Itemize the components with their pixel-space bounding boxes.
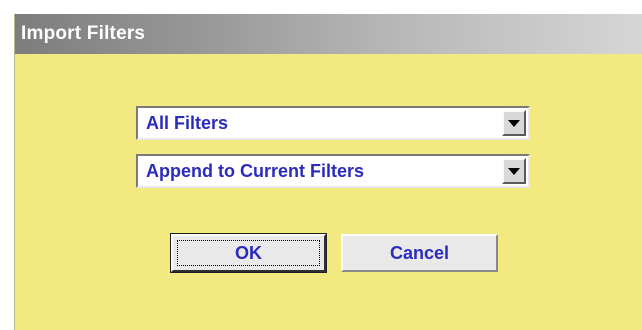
filter-scope-dropdown-button[interactable]	[502, 110, 526, 136]
chevron-down-icon	[508, 119, 520, 127]
import-mode-select[interactable]: Append to Current Filters	[136, 154, 530, 188]
filter-scope-select[interactable]: All Filters	[136, 106, 530, 140]
import-mode-select-value: Append to Current Filters	[146, 161, 365, 181]
dialog-title: Import Filters	[21, 23, 146, 44]
chevron-down-icon	[508, 167, 520, 175]
import-mode-dropdown-button[interactable]	[502, 158, 526, 184]
cancel-button-label: Cancel	[389, 242, 450, 263]
ok-button-label: OK	[235, 242, 262, 263]
filter-scope-select-value: All Filters	[146, 113, 229, 133]
ok-button[interactable]: OK	[170, 233, 327, 273]
dialog-titlebar[interactable]: Import Filters	[15, 14, 642, 54]
cancel-button[interactable]: Cancel	[341, 234, 498, 272]
import-filters-dialog: Import Filters All Filters Append to Cur…	[14, 14, 642, 330]
